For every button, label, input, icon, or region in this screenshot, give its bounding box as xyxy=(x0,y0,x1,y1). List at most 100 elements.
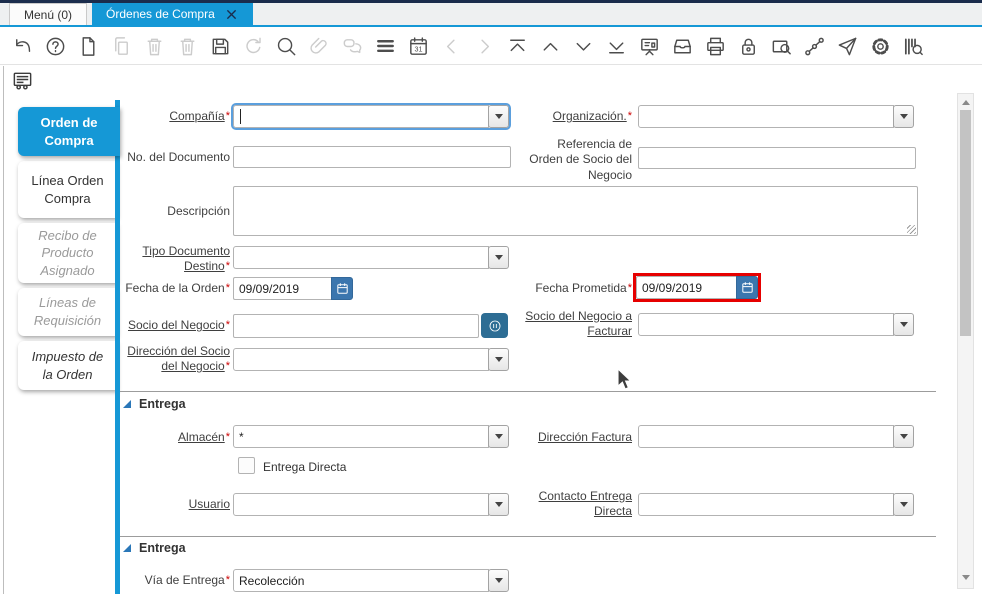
no-documento-input[interactable] xyxy=(233,146,511,168)
organizacion-dropdown-button[interactable] xyxy=(893,105,914,128)
product-info-icon[interactable] xyxy=(902,35,925,58)
entrega-directa-label: Entrega Directa xyxy=(263,460,347,474)
compania-label[interactable]: Compañía* xyxy=(118,109,230,124)
scrollbar-up-arrow[interactable] xyxy=(958,96,973,109)
contacto-entrega-input[interactable] xyxy=(638,493,894,516)
fecha-orden-input[interactable] xyxy=(233,277,331,300)
record-list-toggle-icon[interactable] xyxy=(11,69,34,92)
resize-grip-icon[interactable] xyxy=(907,225,916,234)
contacto-entrega-dropdown-button[interactable] xyxy=(893,493,914,516)
socio-facturar-dropdown-button[interactable] xyxy=(893,313,914,336)
entrega-directa-checkbox[interactable] xyxy=(238,457,255,474)
grid-toggle-icon[interactable] xyxy=(374,35,397,58)
compania-input[interactable] xyxy=(233,105,489,128)
zoom-across-icon[interactable] xyxy=(770,35,793,58)
delete-selection-icon xyxy=(176,35,199,58)
compania-dropdown-button[interactable] xyxy=(488,105,509,128)
fecha-orden-calendar-button[interactable] xyxy=(331,277,353,300)
private-record-lock-icon[interactable] xyxy=(737,35,760,58)
calendar-icon[interactable]: 31 xyxy=(407,35,430,58)
archive-icon[interactable] xyxy=(671,35,694,58)
socio-facturar-label[interactable]: Socio del Negocio a Facturar xyxy=(522,309,632,340)
chevron-down-icon xyxy=(899,114,908,119)
socio-negocio-input[interactable] xyxy=(233,313,479,338)
find-icon[interactable] xyxy=(275,35,298,58)
direccion-factura-label[interactable]: Dirección Factura xyxy=(522,430,632,445)
fecha-prometida-input[interactable] xyxy=(636,276,736,299)
compania-combo xyxy=(231,103,511,130)
entrega-section-header-1[interactable]: Entrega xyxy=(122,397,186,411)
via-entrega-combo xyxy=(233,569,509,592)
contacto-entrega-label[interactable]: Contacto Entrega Directa xyxy=(522,489,632,520)
scrollbar-down-arrow[interactable] xyxy=(958,571,973,584)
previous-record-icon[interactable] xyxy=(539,35,562,58)
workflow-icon[interactable] xyxy=(803,35,826,58)
direccion-socio-label[interactable]: Dirección del Socio del Negocio* xyxy=(118,344,230,375)
tab-impuesto-de-la-orden[interactable]: Impuesto de la Orden xyxy=(18,341,117,390)
organizacion-combo xyxy=(638,105,914,128)
detail-record-icon xyxy=(473,35,496,58)
ordenes-de-compra-tab-label: Órdenes de Compra xyxy=(106,7,215,21)
socio-negocio-label[interactable]: Socio del Negocio* xyxy=(118,318,230,333)
entrega-section-header-2[interactable]: Entrega xyxy=(122,541,186,555)
new-record-icon[interactable] xyxy=(77,35,100,58)
direccion-socio-dropdown-button[interactable] xyxy=(488,348,509,371)
usuario-input[interactable] xyxy=(233,493,489,516)
mouse-cursor xyxy=(617,367,634,393)
tipo-documento-dropdown-button[interactable] xyxy=(488,246,509,269)
send-request-icon[interactable] xyxy=(836,35,859,58)
chevron-down-icon xyxy=(899,322,908,327)
vertical-scrollbar[interactable] xyxy=(957,93,974,589)
scrollbar-thumb[interactable] xyxy=(960,110,971,336)
save-icon[interactable] xyxy=(209,35,232,58)
descripcion-textarea[interactable] xyxy=(233,186,918,236)
chevron-down-icon xyxy=(494,114,503,119)
direccion-socio-combo xyxy=(233,348,509,371)
application-window: Menú (0) Órdenes de Compra 31 Orden de C… xyxy=(0,0,982,594)
direccion-factura-dropdown-button[interactable] xyxy=(893,425,914,448)
help-icon[interactable] xyxy=(44,35,67,58)
collapse-triangle-icon xyxy=(123,544,131,552)
almacen-input[interactable] xyxy=(233,425,489,448)
tab-linea-orden-compra[interactable]: Línea Orden Compra xyxy=(18,161,117,218)
last-record-icon[interactable] xyxy=(605,35,628,58)
socio-negocio-search-button[interactable] xyxy=(481,313,508,338)
usuario-label[interactable]: Usuario xyxy=(118,497,230,512)
chevron-down-icon xyxy=(494,578,503,583)
menu-tab[interactable]: Menú (0) xyxy=(9,3,88,25)
socio-facturar-input[interactable] xyxy=(638,313,894,336)
tipo-documento-label[interactable]: Tipo Documento Destino* xyxy=(118,244,230,275)
collapse-triangle-icon xyxy=(123,400,131,408)
almacen-dropdown-button[interactable] xyxy=(488,425,509,448)
first-record-icon[interactable] xyxy=(506,35,529,58)
report-icon[interactable] xyxy=(638,35,661,58)
via-entrega-input[interactable] xyxy=(233,569,489,592)
usuario-dropdown-button[interactable] xyxy=(488,493,509,516)
tab-lineas-de-requisicion[interactable]: Líneas de Requisición xyxy=(18,288,117,336)
tab-orden-de-compra[interactable]: Orden de Compra xyxy=(18,107,120,156)
section-separator xyxy=(120,536,936,537)
chevron-down-icon xyxy=(899,434,908,439)
direccion-socio-input[interactable] xyxy=(233,348,489,371)
undo-icon[interactable] xyxy=(11,35,34,58)
direccion-factura-input[interactable] xyxy=(638,425,894,448)
ordenes-de-compra-tab[interactable]: Órdenes de Compra xyxy=(92,3,253,25)
almacen-label[interactable]: Almacén* xyxy=(118,430,230,445)
calendar-icon xyxy=(336,283,348,294)
tab-recibo-de-producto-asignado[interactable]: Recibo de Producto Asignado xyxy=(18,223,117,283)
close-icon[interactable] xyxy=(224,7,239,22)
referencia-input[interactable] xyxy=(638,147,916,169)
organizacion-label[interactable]: Organización.* xyxy=(522,109,632,124)
socio-facturar-combo xyxy=(638,313,914,336)
text-caret xyxy=(240,109,241,124)
via-entrega-dropdown-button[interactable] xyxy=(488,569,509,592)
contacto-entrega-combo xyxy=(638,493,914,516)
organizacion-input[interactable] xyxy=(638,105,894,128)
fecha-prometida-calendar-button[interactable] xyxy=(736,276,758,299)
fecha-orden-field xyxy=(233,277,353,300)
tipo-documento-input[interactable] xyxy=(233,246,489,269)
print-icon[interactable] xyxy=(704,35,727,58)
descripcion-label: Descripción xyxy=(167,204,230,218)
preferences-icon[interactable] xyxy=(869,35,892,58)
next-record-icon[interactable] xyxy=(572,35,595,58)
